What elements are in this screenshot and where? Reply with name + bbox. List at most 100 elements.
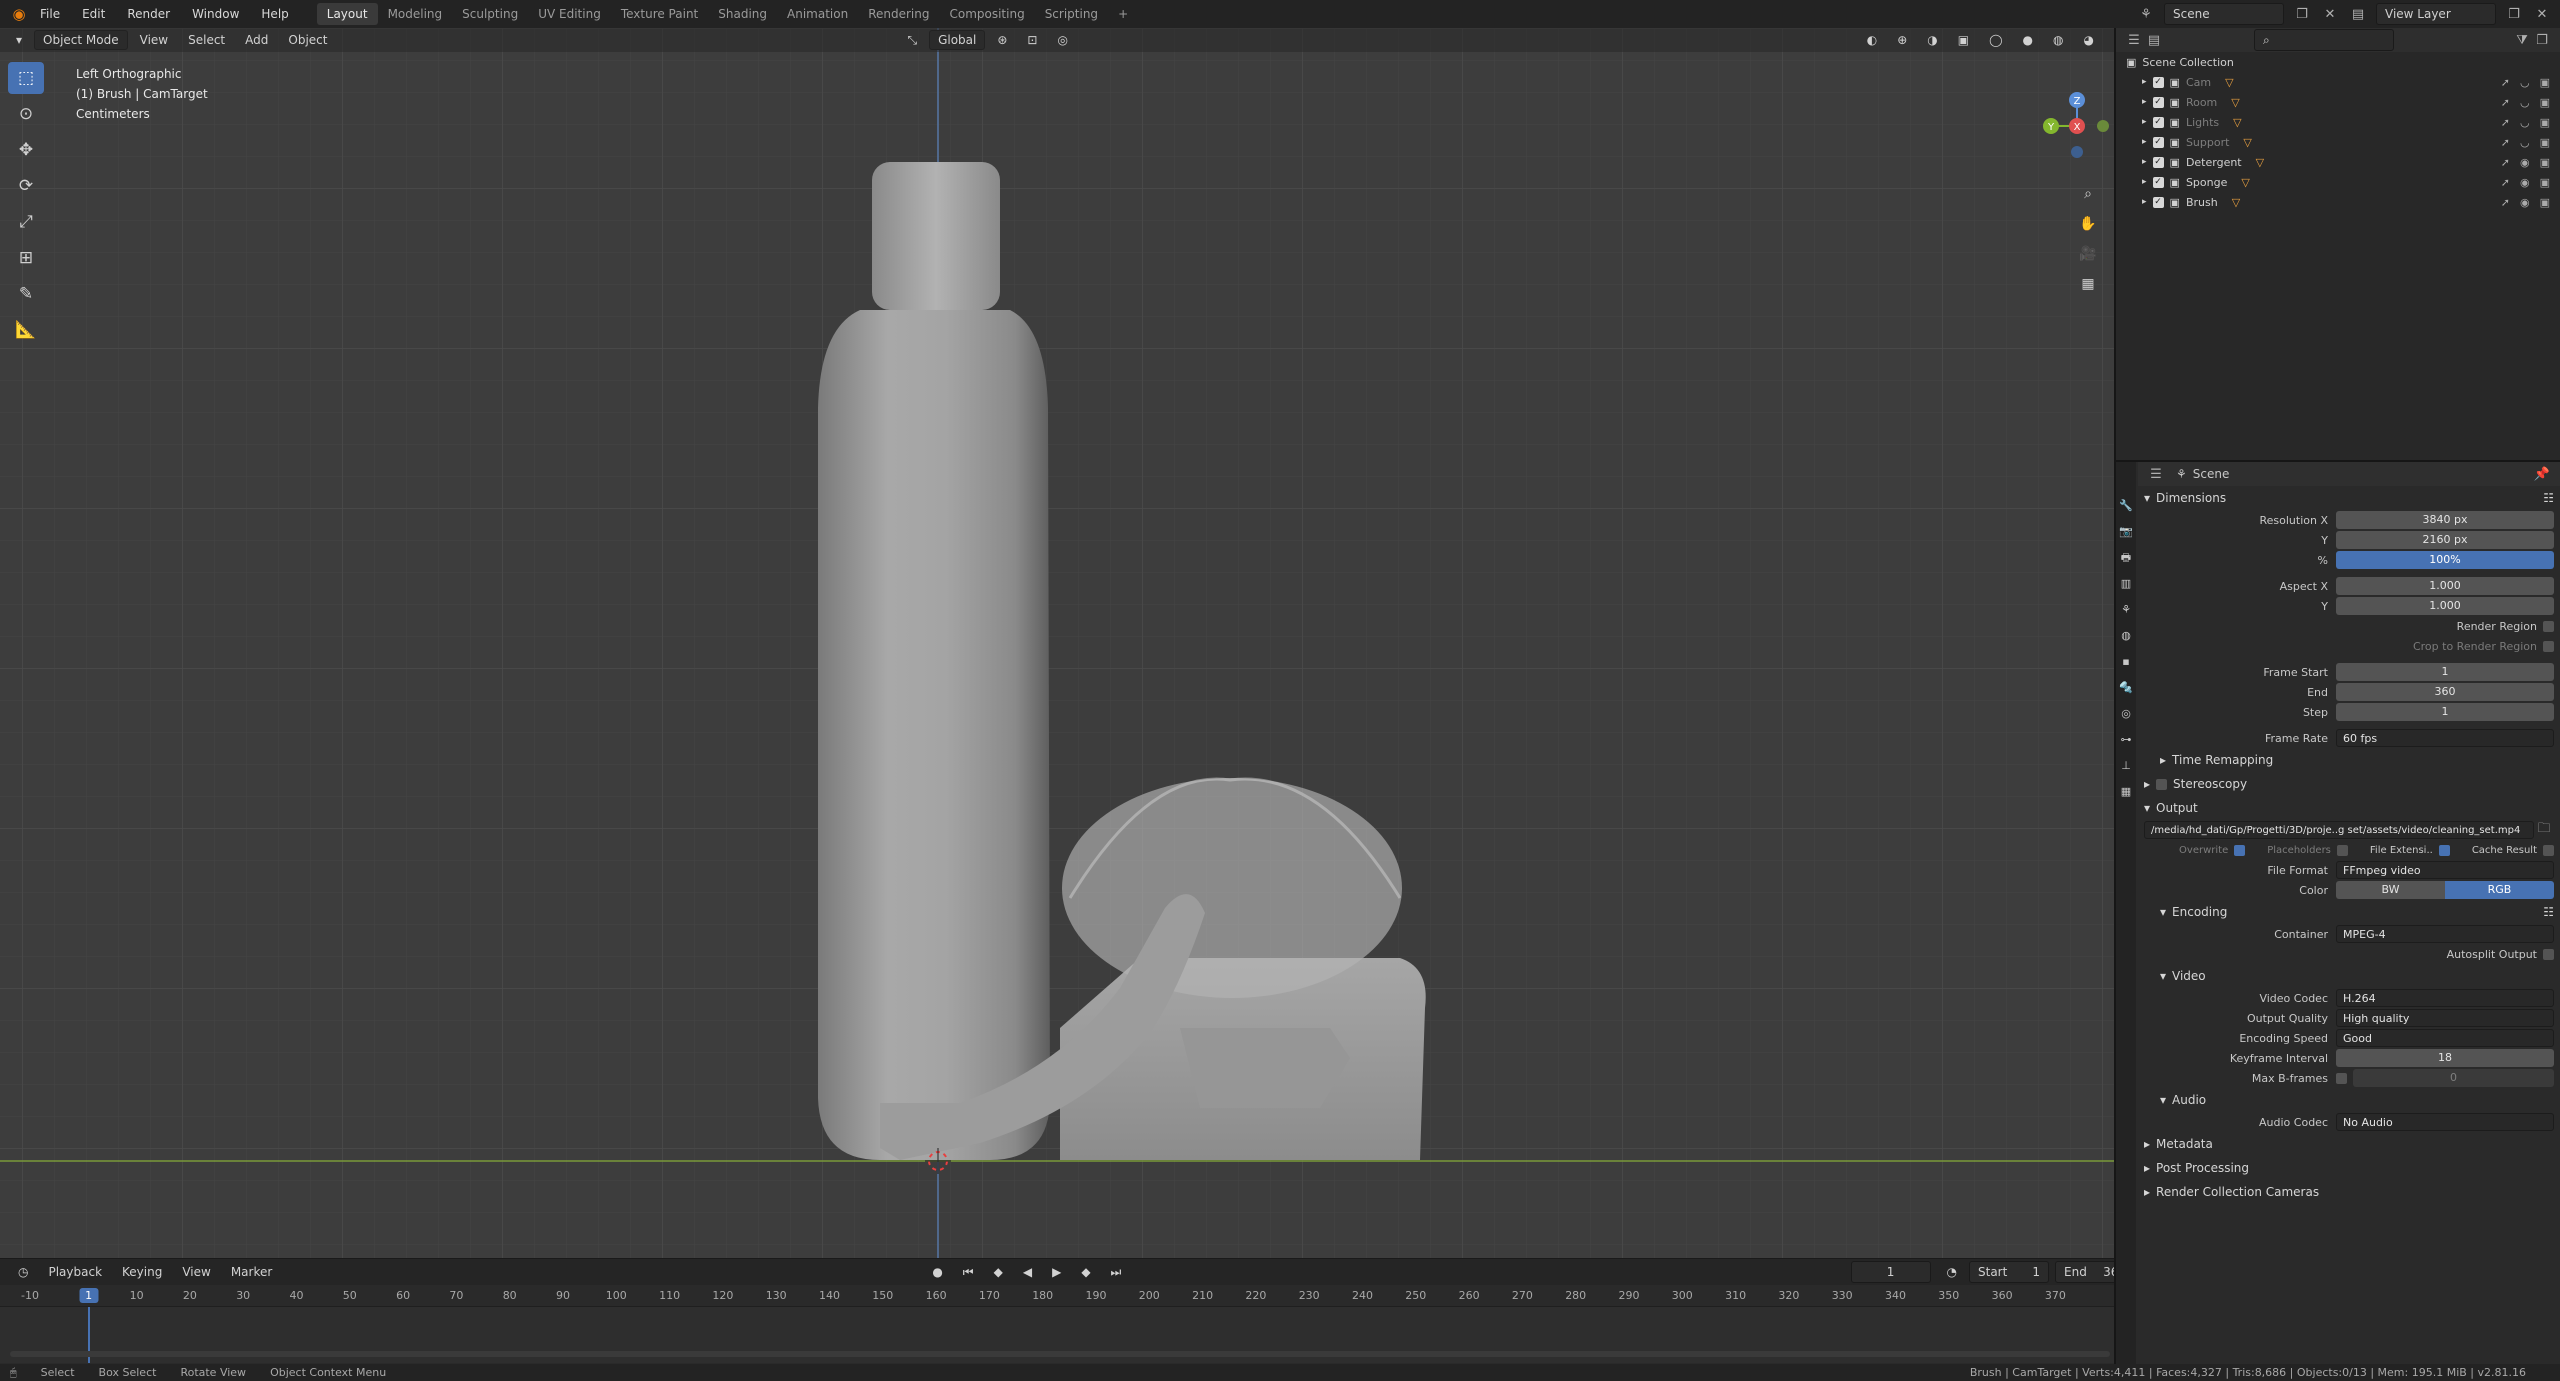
select-arrow-icon[interactable]: ➚	[2501, 156, 2510, 169]
outliner-item-room[interactable]: ▸ ✓ ▣ Room ▽ ➚ ◡ ▣	[2116, 92, 2560, 112]
copy-layer-icon[interactable]: ❐	[2504, 7, 2524, 22]
outliner-search[interactable]: ⌕	[2254, 29, 2394, 51]
crop-checkbox[interactable]	[2543, 640, 2554, 652]
menu-marker[interactable]: Marker	[223, 1263, 280, 1281]
close-icon[interactable]: ✕	[2320, 7, 2340, 22]
expand-icon[interactable]: ▸	[2142, 197, 2147, 207]
section-time-remapping[interactable]: ▸ Time Remapping	[2138, 748, 2560, 772]
visibility-icon[interactable]: ◐	[1859, 31, 1885, 49]
render-tab-icon[interactable]: 📷	[2118, 524, 2134, 540]
menu-select[interactable]: Select	[180, 31, 233, 49]
eye-icon[interactable]: ◡	[2520, 76, 2530, 89]
tab-animation[interactable]: Animation	[777, 3, 858, 25]
texture-tab-icon[interactable]: ▦	[2118, 784, 2134, 800]
select-box-icon[interactable]: ⬚	[8, 62, 44, 94]
start-frame-field[interactable]: Start 1	[1969, 1261, 2049, 1283]
scene-collection-row[interactable]: ▣ Scene Collection	[2116, 52, 2560, 72]
resolution-percent-slider[interactable]: 100%	[2336, 551, 2554, 569]
outliner-item-lights[interactable]: ▸ ✓ ▣ Lights ▽ ➚ ◡ ▣	[2116, 112, 2560, 132]
detergent-bottle[interactable]	[818, 162, 1050, 1160]
bframes-field[interactable]: 0	[2353, 1069, 2554, 1087]
menu-keying[interactable]: Keying	[114, 1263, 170, 1281]
section-metadata[interactable]: ▸ Metadata	[2138, 1132, 2560, 1156]
shading-rendered-icon[interactable]: ◕	[2076, 31, 2102, 49]
zoom-icon[interactable]: ⌕	[2074, 180, 2102, 208]
pin-icon[interactable]: 📌	[2532, 467, 2552, 482]
tab-sculpting[interactable]: Sculpting	[452, 3, 528, 25]
placeholders-checkbox[interactable]	[2336, 844, 2348, 856]
video-codec-dropdown[interactable]: H.264	[2336, 989, 2554, 1007]
frame-end-field[interactable]: 360	[2336, 683, 2554, 701]
snap-icon[interactable]: ⊡	[1019, 31, 1045, 49]
new-collection-icon[interactable]: ❐	[2532, 33, 2552, 48]
jump-start-icon[interactable]: ⏮	[955, 1263, 982, 1282]
timeline-editor-icon[interactable]: ◷	[10, 1263, 36, 1281]
shading-material-icon[interactable]: ◍	[2045, 31, 2071, 49]
timeline-editor[interactable]: ◷ Playback Keying View Marker ● ⏮ ◆ ◀ ▶ …	[0, 1258, 2145, 1364]
cursor-icon[interactable]: ⊙	[8, 98, 44, 130]
rotate-icon[interactable]: ⟳	[8, 170, 44, 202]
copy-icon[interactable]: ❐	[2292, 7, 2312, 22]
exclude-checkbox[interactable]: ✓	[2152, 196, 2164, 208]
view-layer-icon[interactable]: ▤	[2348, 7, 2368, 22]
camera-render-icon[interactable]: ▣	[2540, 76, 2550, 89]
outliner-item-cam[interactable]: ▸ ✓ ▣ Cam ▽ ➚ ◡ ▣	[2116, 72, 2560, 92]
frame-start-field[interactable]: 1	[2336, 663, 2554, 681]
presets-icon[interactable]: ☷	[2543, 491, 2554, 505]
frame-rate-dropdown[interactable]: 60 fps	[2336, 729, 2554, 747]
camera-render-icon[interactable]: ▣	[2540, 196, 2550, 209]
properties-editor-icon[interactable]: ☰	[2146, 467, 2166, 482]
exclude-checkbox[interactable]: ✓	[2152, 76, 2164, 88]
menu-view[interactable]: View	[132, 31, 176, 49]
color-rgb-button[interactable]: RGB	[2445, 881, 2554, 899]
menu-window[interactable]: Window	[184, 4, 247, 24]
proportional-icon[interactable]: ◎	[1049, 31, 1075, 49]
view-layer-tab-icon[interactable]: ▥	[2118, 576, 2134, 592]
select-arrow-icon[interactable]: ➚	[2501, 196, 2510, 209]
scene-icon[interactable]: ⚘	[2136, 7, 2156, 22]
world-tab-icon[interactable]: ◍	[2118, 628, 2134, 644]
jump-end-icon[interactable]: ⏭	[1103, 1263, 1130, 1282]
play-icon[interactable]: ▶	[1044, 1263, 1069, 1281]
render-region-checkbox[interactable]	[2543, 620, 2554, 632]
exclude-checkbox[interactable]: ✓	[2152, 96, 2164, 108]
eye-icon[interactable]: ◡	[2520, 136, 2530, 149]
add-workspace-button[interactable]: +	[1108, 3, 1138, 25]
tab-compositing[interactable]: Compositing	[939, 3, 1034, 25]
outliner-editor-icon[interactable]: ☰	[2124, 33, 2144, 48]
file-format-dropdown[interactable]: FFmpeg video	[2336, 861, 2554, 879]
eye-icon[interactable]: ◉	[2520, 176, 2530, 189]
exclude-checkbox[interactable]: ✓	[2152, 156, 2164, 168]
object-mode-dropdown[interactable]: Object Mode	[34, 30, 128, 50]
section-post-processing[interactable]: ▸ Post Processing	[2138, 1156, 2560, 1180]
record-icon[interactable]: ●	[924, 1263, 950, 1281]
menu-add[interactable]: Add	[237, 31, 276, 49]
view-layer-selector[interactable]: View Layer	[2376, 3, 2496, 25]
timeline-tracks[interactable]	[0, 1307, 2145, 1363]
close-layer-icon[interactable]: ✕	[2532, 7, 2552, 22]
tab-modeling[interactable]: Modeling	[378, 3, 453, 25]
modifier-tab-icon[interactable]: 🔩	[2118, 680, 2134, 696]
expand-icon[interactable]: ▸	[2142, 137, 2147, 147]
eye-icon[interactable]: ◉	[2520, 196, 2530, 209]
scale-icon[interactable]: ⤢	[8, 206, 44, 238]
physics-tab-icon[interactable]: ◎	[2118, 706, 2134, 722]
resolution-x-field[interactable]: 3840 px	[2336, 511, 2554, 529]
output-tab-icon[interactable]: 🖶	[2118, 550, 2134, 566]
outliner[interactable]: ☰ ▤ ⌕ ⧩ ❐ ▣ Scene Collection ▸ ✓ ▣ Cam ▽ ➚ ◡ ▣ ▸…	[2114, 28, 2560, 460]
object-tab-icon[interactable]: ▪	[2118, 654, 2134, 670]
properties-editor[interactable]: 🔧 📷 🖶 ▥ ⚘ ◍ ▪ 🔩 ◎ ⊶ ⊥ ▦ ☰ ⚘ Scene 📌 ▾ Dim…	[2114, 460, 2560, 1364]
camera-render-icon[interactable]: ▣	[2540, 176, 2550, 189]
expand-icon[interactable]: ▸	[2142, 157, 2147, 167]
menu-help[interactable]: Help	[253, 4, 296, 24]
section-audio[interactable]: ▾ Audio	[2138, 1088, 2560, 1112]
select-arrow-icon[interactable]: ➚	[2501, 96, 2510, 109]
current-frame-marker[interactable]: 1	[79, 1288, 99, 1303]
menu-file[interactable]: File	[32, 4, 68, 24]
tab-layout[interactable]: Layout	[316, 3, 378, 25]
encoding-presets-icon[interactable]: ☷	[2543, 905, 2554, 919]
prev-key-icon[interactable]: ◆	[986, 1263, 1011, 1281]
editor-type-icon[interactable]: ▾	[8, 31, 30, 49]
camera-render-icon[interactable]: ▣	[2540, 136, 2550, 149]
exclude-checkbox[interactable]: ✓	[2152, 116, 2164, 128]
